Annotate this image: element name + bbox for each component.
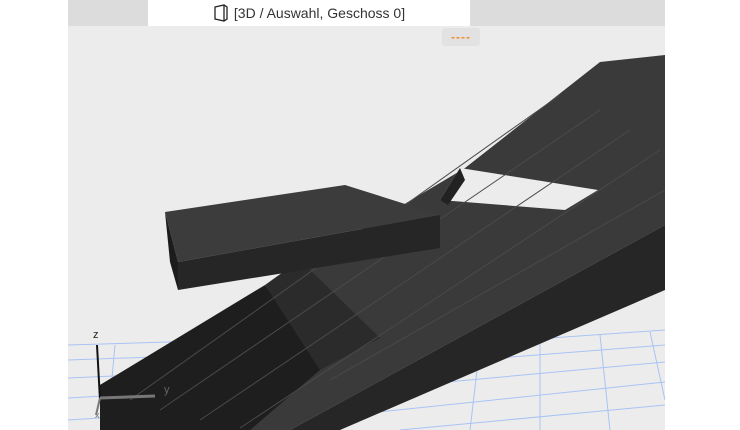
- display-toggle-button[interactable]: ----: [442, 28, 480, 46]
- 3d-viewport[interactable]: z y x [3D / Auswahl, Geschoss 0] ----: [68, 0, 665, 430]
- 3d-scene[interactable]: z y x: [68, 0, 665, 430]
- axis-y-label: y: [164, 384, 170, 396]
- window-title: [3D / Auswahl, Geschoss 0]: [233, 5, 406, 21]
- axis-z-label: z: [93, 329, 99, 341]
- axis-x-label: x: [95, 410, 100, 420]
- 3d-box-icon: [214, 4, 228, 22]
- window-title-bar: [3D / Auswahl, Geschoss 0]: [148, 0, 470, 26]
